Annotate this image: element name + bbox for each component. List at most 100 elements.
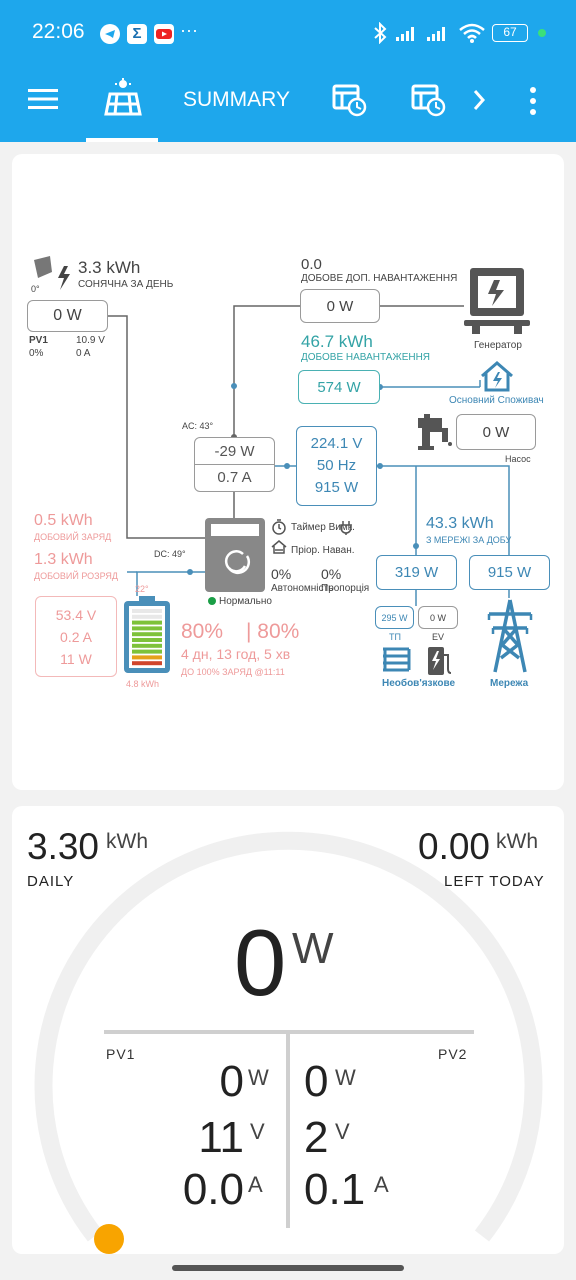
battery-level-bar bbox=[132, 626, 162, 631]
left-today-unit: kWh bbox=[496, 830, 538, 853]
left-today-value: 0.00 bbox=[418, 826, 491, 867]
battery-temp: 22° bbox=[135, 584, 149, 594]
load-daily-energy: 46.7 kWh bbox=[301, 332, 373, 351]
pv1-voltage-value: 11 bbox=[198, 1113, 244, 1162]
aux-load-value: 0 W bbox=[326, 297, 354, 315]
pump-power-value: 0 W bbox=[482, 423, 510, 441]
pv1-percent: 0% bbox=[29, 348, 44, 359]
grid-daily-energy: 43.3 kWh bbox=[426, 515, 494, 532]
pv2-voltage-value: 2 bbox=[304, 1113, 329, 1162]
pv1-voltage: 10.9 V bbox=[76, 335, 105, 346]
plug-icon bbox=[338, 519, 354, 540]
battery-daily-charge-label: ДОБОВИЙ ЗАРЯД bbox=[34, 532, 112, 542]
load-daily-energy-label: ДОБОВЕ НАВАНТАЖЕННЯ bbox=[301, 352, 431, 363]
heater-icon bbox=[381, 645, 413, 680]
aux-daily-energy-label: ДОБОВЕ ДОП. НАВАНТАЖЕННЯ bbox=[301, 273, 458, 284]
generator-icon bbox=[464, 266, 530, 343]
pv1-current-value: 0.0 bbox=[182, 1165, 244, 1214]
battery-level-bar bbox=[132, 661, 162, 666]
grid-label: Мережа bbox=[490, 678, 529, 689]
battery-voltage: 53.4 V bbox=[55, 606, 97, 623]
grid-tower-icon bbox=[485, 598, 535, 679]
heatpump-power-value: 295 W bbox=[381, 612, 408, 623]
left-today-label: LEFT TODAY bbox=[444, 873, 545, 890]
house-icon bbox=[479, 360, 515, 397]
load-label: Основний Споживач bbox=[449, 395, 544, 406]
pv2-voltage-unit: V bbox=[335, 1119, 350, 1144]
pump-power-box[interactable]: 0 W bbox=[456, 414, 536, 450]
load-power-box[interactable]: 574 W bbox=[298, 370, 380, 404]
pv-daily-energy: 3.3 kWh bbox=[78, 258, 141, 277]
nonessential-power-box[interactable]: 319 W bbox=[376, 555, 457, 590]
battery-current: 0.2 A bbox=[60, 628, 92, 645]
pv1-power-unit: W bbox=[248, 1065, 269, 1090]
battery-level-bar bbox=[132, 632, 162, 637]
inverter-icon[interactable] bbox=[205, 518, 267, 597]
ev-power-value: 0 W bbox=[429, 612, 446, 623]
daily-energy-unit: kWh bbox=[106, 830, 148, 853]
battery-daily-charge: 0.5 kWh bbox=[34, 512, 93, 529]
pv-summary-card: 3.30 kWh DAILY 0.00 kWh LEFT TODAY 0 W P… bbox=[12, 806, 564, 1254]
nonessential-label: Необов'язкове bbox=[382, 678, 456, 689]
inverter-status-dot bbox=[208, 597, 216, 605]
ratio-percent: 0% bbox=[321, 566, 342, 582]
autonomy-percent: 0% bbox=[271, 566, 292, 582]
grid-frequency-value: 50 Hz bbox=[316, 457, 357, 474]
pv1-current: 0 A bbox=[76, 348, 91, 359]
battery-daily-discharge-label: ДОБОВИЙ РОЗРЯД bbox=[34, 571, 118, 581]
battery-soc-secondary: | 80% bbox=[246, 620, 300, 643]
battery-level-bar bbox=[132, 655, 162, 660]
pv-divider-vertical bbox=[286, 1032, 290, 1228]
aux-daily-energy: 0.0 bbox=[301, 256, 322, 273]
heatpump-label: ТП bbox=[389, 632, 401, 642]
generator-label: Генератор bbox=[474, 340, 522, 351]
inverter-ac-temp: AC: 43° bbox=[182, 421, 214, 431]
load-power-value: 574 W bbox=[317, 378, 361, 396]
gesture-nav-bar[interactable] bbox=[172, 1265, 404, 1271]
pv-temp: 0° bbox=[31, 284, 40, 294]
pv-gauge-indicator bbox=[94, 1224, 124, 1254]
pv2-current-value: 0.1 bbox=[304, 1165, 366, 1214]
battery-dc-temp: DC: 49° bbox=[154, 549, 186, 559]
ev-charger-icon bbox=[426, 645, 454, 682]
ev-label: EV bbox=[432, 632, 445, 642]
pump-label: Насос bbox=[505, 454, 531, 464]
battery-full-at: ДО 100% ЗАРЯД @11:11 bbox=[181, 667, 285, 677]
pv1-voltage-unit: V bbox=[250, 1119, 265, 1144]
priority-home-icon bbox=[271, 540, 287, 559]
battery-values-box[interactable]: 53.4 V 0.2 A 11 W bbox=[35, 596, 117, 677]
battery-soc: 80% bbox=[181, 620, 224, 643]
grid-power-box[interactable]: 915 W bbox=[469, 555, 550, 590]
grid-ac-box[interactable]: 224.1 V 50 Hz 915 W bbox=[296, 426, 377, 506]
battery-level-bar bbox=[132, 614, 162, 619]
pv2-power-value: 0 bbox=[304, 1057, 329, 1106]
ev-power-box[interactable]: 0 W bbox=[418, 606, 458, 629]
pv2-power-unit: W bbox=[335, 1065, 356, 1090]
pump-icon bbox=[414, 412, 454, 457]
daily-energy-label: DAILY bbox=[27, 873, 75, 890]
battery-level-bar bbox=[132, 643, 162, 648]
grid-daily-energy-label: З МЕРЕЖІ ЗА ДОБУ bbox=[426, 535, 512, 545]
pv-power-value: 0 W bbox=[53, 307, 82, 324]
battery-daily-discharge: 1.3 kWh bbox=[34, 551, 93, 568]
daily-energy-value: 3.30 bbox=[27, 826, 100, 867]
inverter-status: Нормально bbox=[219, 596, 272, 607]
nonessential-power-value: 319 W bbox=[394, 564, 439, 581]
heatpump-power-box[interactable]: 295 W bbox=[375, 606, 414, 629]
grid-power-value: 915 W bbox=[487, 564, 532, 581]
pv1-current-unit: A bbox=[248, 1172, 263, 1197]
pv1-power-value: 0 bbox=[219, 1057, 244, 1106]
pv2-column-label: PV2 bbox=[438, 1046, 468, 1062]
inverter-current-value: 0.7 A bbox=[195, 464, 274, 486]
inverter-power-value: -29 W bbox=[214, 443, 255, 460]
priority-label: Пріор. Наван. bbox=[291, 545, 355, 556]
pv-power-box[interactable]: 0 W bbox=[27, 300, 108, 332]
pv2-current-unit: A bbox=[374, 1172, 389, 1197]
battery-icon-large bbox=[122, 596, 172, 679]
aux-load-box[interactable]: 0 W bbox=[300, 289, 380, 323]
grid-out-value: 915 W bbox=[314, 479, 359, 496]
timer-icon bbox=[271, 519, 287, 540]
pv1-column-label: PV1 bbox=[106, 1046, 136, 1062]
battery-power: 11 W bbox=[60, 650, 92, 667]
inverter-ac-box[interactable]: -29 W 0.7 A bbox=[194, 437, 275, 492]
